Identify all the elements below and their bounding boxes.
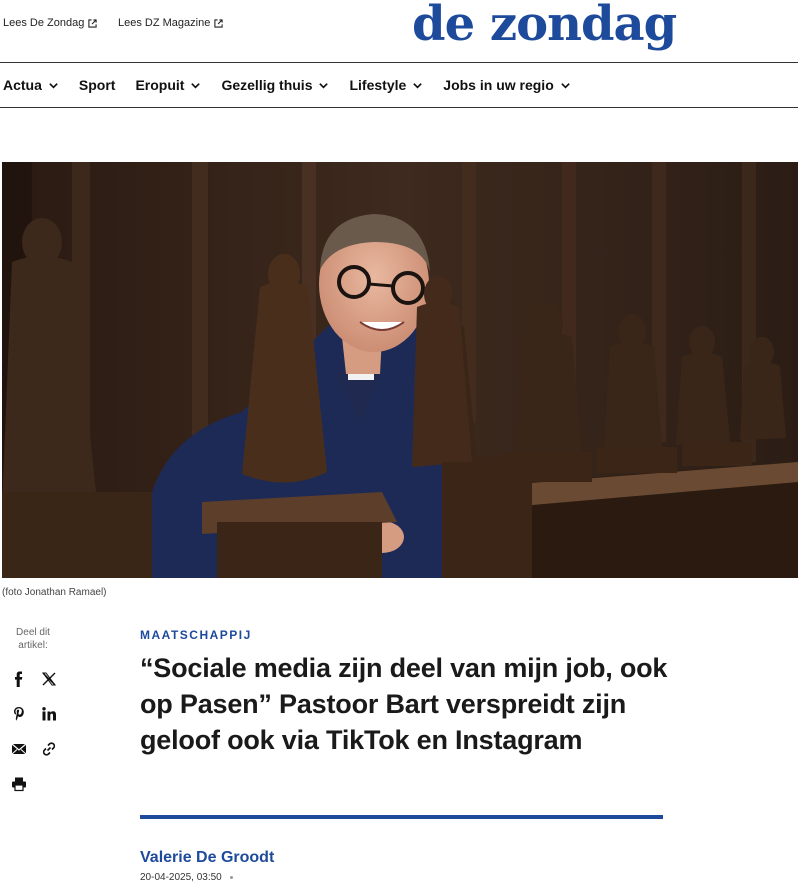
pinterest-icon [14, 707, 24, 721]
x-icon [42, 672, 56, 686]
copy-link-button[interactable] [40, 740, 58, 758]
linkedin-share-button[interactable] [40, 705, 58, 723]
article-author[interactable]: Valerie De Groodt [140, 849, 274, 867]
external-link-icon [214, 18, 223, 28]
chevron-down-icon [561, 82, 570, 89]
chevron-down-icon [49, 82, 58, 89]
email-icon [11, 743, 27, 755]
nav-item-actua[interactable]: Actua [3, 77, 59, 93]
article-date: 20-04-2025, 03:50 [140, 872, 222, 883]
email-share-button[interactable] [10, 740, 28, 758]
nav-item-sport[interactable]: Sport [79, 77, 116, 93]
external-link-icon [88, 18, 97, 28]
x-share-button[interactable] [40, 670, 58, 688]
read-dz-magazine-link[interactable]: Lees DZ Magazine [118, 17, 223, 29]
facebook-icon [15, 671, 23, 687]
read-de-zondag-label: Lees De Zondag [3, 17, 85, 29]
facebook-share-button[interactable] [10, 670, 28, 688]
article-date-row: 20-04-2025, 03:50 [140, 872, 233, 883]
image-caption: (foto Jonathan Ramael) [2, 587, 107, 598]
print-button[interactable] [10, 775, 28, 793]
top-bar: Lees De Zondag Lees DZ Magazine de zonda… [0, 0, 798, 62]
nav-item-label: Jobs in uw regio [443, 77, 554, 93]
hero-photo [2, 162, 798, 578]
nav-item-label: Gezellig thuis [221, 77, 313, 93]
chevron-down-icon [191, 82, 201, 89]
nav-item-gezellig-thuis[interactable]: Gezellig thuis [221, 77, 329, 93]
hero-image [2, 162, 798, 578]
nav-item-lifestyle[interactable]: Lifestyle [349, 77, 423, 93]
share-label: Deel dit artikel: [16, 627, 50, 651]
main-nav: Actua Sport Eropuit Gezellig thuis Lifes… [0, 63, 798, 107]
article-category[interactable]: MAATSCHAPPIJ [140, 628, 252, 642]
read-de-zondag-link[interactable]: Lees De Zondag [3, 17, 97, 29]
article-headline: “Sociale media zijn deel van mijn job, o… [140, 653, 668, 755]
nav-item-jobs[interactable]: Jobs in uw regio [443, 77, 570, 93]
share-panel: Deel dit artikel: [0, 626, 66, 792]
link-icon [42, 742, 56, 756]
nav-item-label: Actua [3, 77, 42, 93]
nav-item-eropuit[interactable]: Eropuit [135, 77, 201, 93]
nav-item-label: Sport [78, 77, 116, 93]
chevron-down-icon [413, 82, 423, 89]
nav-item-label: Lifestyle [349, 77, 407, 93]
read-dz-magazine-label: Lees DZ Magazine [118, 17, 211, 29]
chevron-down-icon [319, 82, 329, 89]
linkedin-icon [42, 707, 56, 721]
nav-item-label: Eropuit [135, 77, 185, 93]
site-logo[interactable]: de zondag [412, 0, 677, 48]
print-icon [12, 777, 26, 792]
separator-dot [229, 876, 233, 879]
pinterest-share-button[interactable] [10, 705, 28, 723]
headline-divider [140, 815, 663, 819]
divider [0, 107, 798, 108]
